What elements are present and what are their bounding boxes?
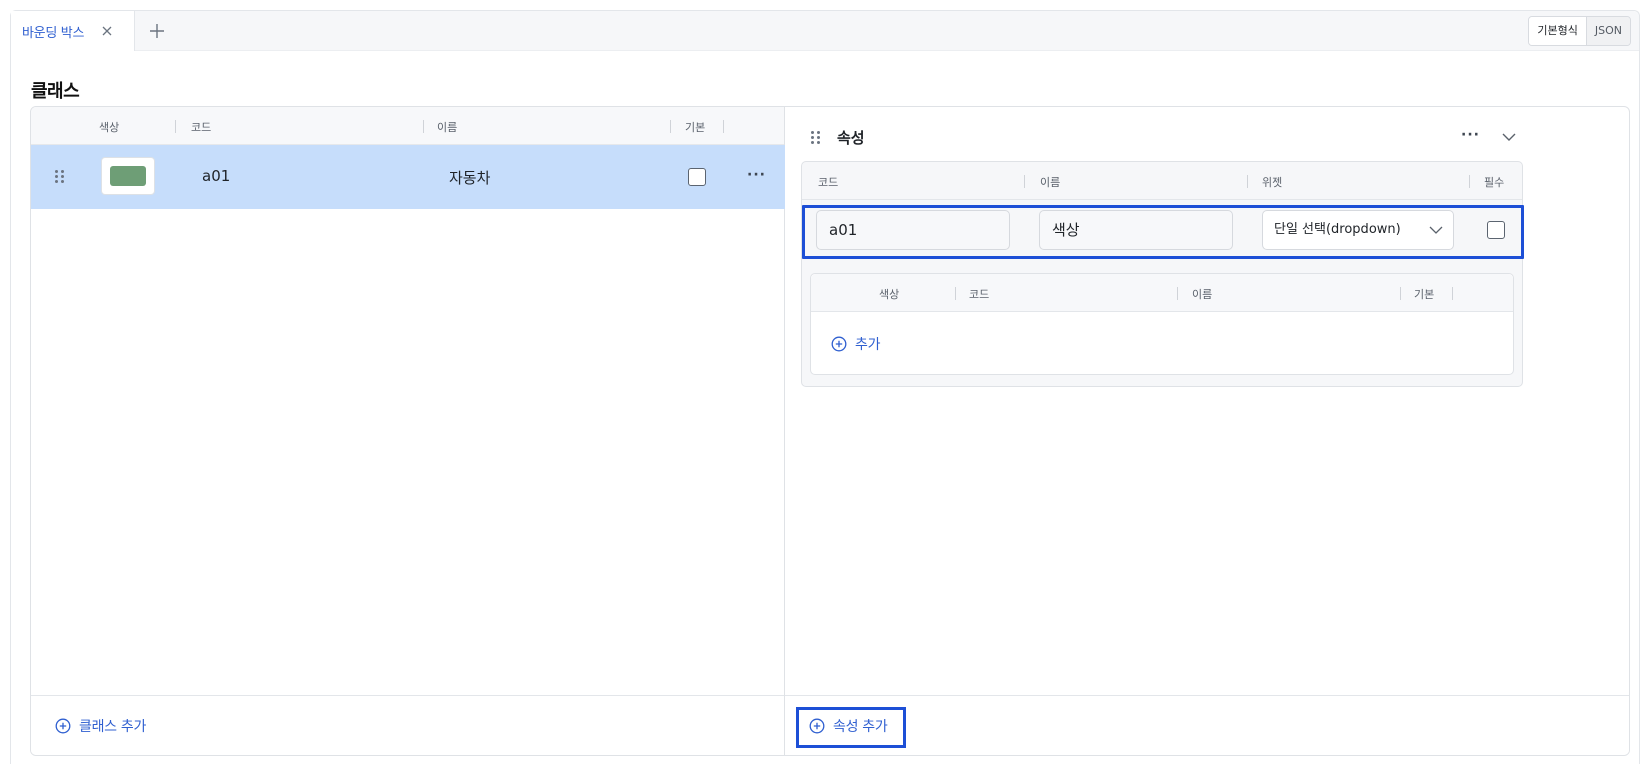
column-divider[interactable]	[1452, 287, 1453, 300]
tab-label: 바운딩 박스	[22, 25, 85, 41]
column-divider[interactable]	[1024, 175, 1025, 188]
column-divider[interactable]	[423, 120, 424, 133]
plus-icon[interactable]	[147, 21, 167, 41]
color-picker[interactable]	[101, 157, 155, 195]
column-divider[interactable]	[723, 120, 724, 133]
class-list-footer: 클래스 추가	[31, 695, 784, 755]
column-header-default: 기본	[1414, 288, 1435, 301]
class-editor: 색상 코드 이름 기본 a01 자동차 ··· 클래스 추가 속성 ··· 코드…	[30, 106, 1630, 756]
drag-handle-icon[interactable]	[55, 170, 65, 184]
add-property-button[interactable]: 속성 추가	[809, 716, 888, 736]
tab-bounding-box[interactable]: 바운딩 박스	[11, 11, 135, 51]
column-header-name: 이름	[1040, 176, 1061, 189]
column-header-code: 코드	[969, 288, 990, 301]
column-divider[interactable]	[1400, 287, 1401, 300]
add-class-label: 클래스 추가	[79, 719, 147, 735]
column-header-widget: 위젯	[1262, 176, 1283, 189]
option-table: 색상 코드 이름 기본 추가	[810, 273, 1514, 375]
add-option-button[interactable]: 추가	[831, 334, 880, 354]
plus-circle-icon	[831, 336, 847, 352]
column-divider[interactable]	[955, 287, 956, 300]
tab-bar: 바운딩 박스 기본형식 JSON	[11, 11, 1639, 51]
column-header-code: 코드	[818, 176, 839, 189]
close-icon[interactable]	[99, 23, 115, 39]
column-header-default: 기본	[685, 121, 706, 134]
widget-select-value: 단일 선택(dropdown)	[1274, 222, 1401, 237]
drag-handle-icon[interactable]	[811, 131, 821, 145]
widget-select[interactable]: 단일 선택(dropdown)	[1262, 210, 1454, 250]
column-divider[interactable]	[1247, 175, 1248, 188]
column-divider[interactable]	[670, 120, 671, 133]
color-swatch	[110, 166, 146, 186]
property-pane: 속성 ··· 코드 이름 위젯 필수 a01 색상 단일 선택(dropdown…	[785, 107, 1629, 755]
more-options-icon[interactable]: ···	[1461, 127, 1480, 143]
chevron-down-icon	[1429, 226, 1443, 234]
column-divider[interactable]	[1177, 287, 1178, 300]
class-name[interactable]: 자동차	[449, 167, 490, 188]
class-list-pane: 색상 코드 이름 기본 a01 자동차 ··· 클래스 추가	[31, 107, 785, 755]
property-code-input[interactable]: a01	[816, 210, 1010, 250]
class-table-header: 색상 코드 이름 기본	[31, 107, 784, 145]
column-header-code: 코드	[191, 121, 212, 134]
more-options-icon[interactable]: ···	[747, 167, 766, 183]
default-checkbox[interactable]	[688, 168, 706, 186]
column-divider[interactable]	[175, 120, 176, 133]
property-pane-footer: 속성 추가	[785, 695, 1629, 755]
add-property-label: 속성 추가	[833, 719, 888, 735]
view-toggle: 기본형식 JSON	[1528, 16, 1631, 46]
required-checkbox[interactable]	[1487, 221, 1505, 239]
column-header-name: 이름	[437, 121, 458, 134]
column-header-color: 색상	[879, 288, 900, 301]
property-table-header: 코드 이름 위젯 필수	[802, 162, 1522, 200]
add-class-button[interactable]: 클래스 추가	[55, 716, 146, 736]
column-header-required: 필수	[1484, 176, 1505, 189]
section-title: 클래스	[31, 81, 80, 102]
view-json-button[interactable]: JSON	[1585, 17, 1630, 45]
class-code[interactable]: a01	[202, 167, 230, 185]
view-basic-button[interactable]: 기본형식	[1529, 17, 1586, 45]
option-table-header: 색상 코드 이름 기본	[811, 274, 1513, 312]
property-card: 코드 이름 위젯 필수 a01 색상 단일 선택(dropdown) 색상 코드…	[801, 161, 1524, 387]
column-divider[interactable]	[1469, 175, 1470, 188]
property-name-input[interactable]: 색상	[1039, 210, 1233, 250]
plus-circle-icon	[55, 718, 71, 734]
editor-frame: 바운딩 박스 기본형식 JSON 클래스 색상 코드 이름 기본 a01 자동차…	[10, 10, 1640, 764]
plus-circle-icon	[809, 718, 825, 734]
column-header-name: 이름	[1192, 288, 1213, 301]
table-row[interactable]: a01 자동차 ···	[31, 145, 785, 209]
column-header-color: 색상	[99, 121, 120, 134]
add-option-label: 추가	[855, 337, 881, 353]
chevron-down-icon[interactable]	[1501, 131, 1517, 143]
property-title: 속성	[837, 129, 865, 147]
